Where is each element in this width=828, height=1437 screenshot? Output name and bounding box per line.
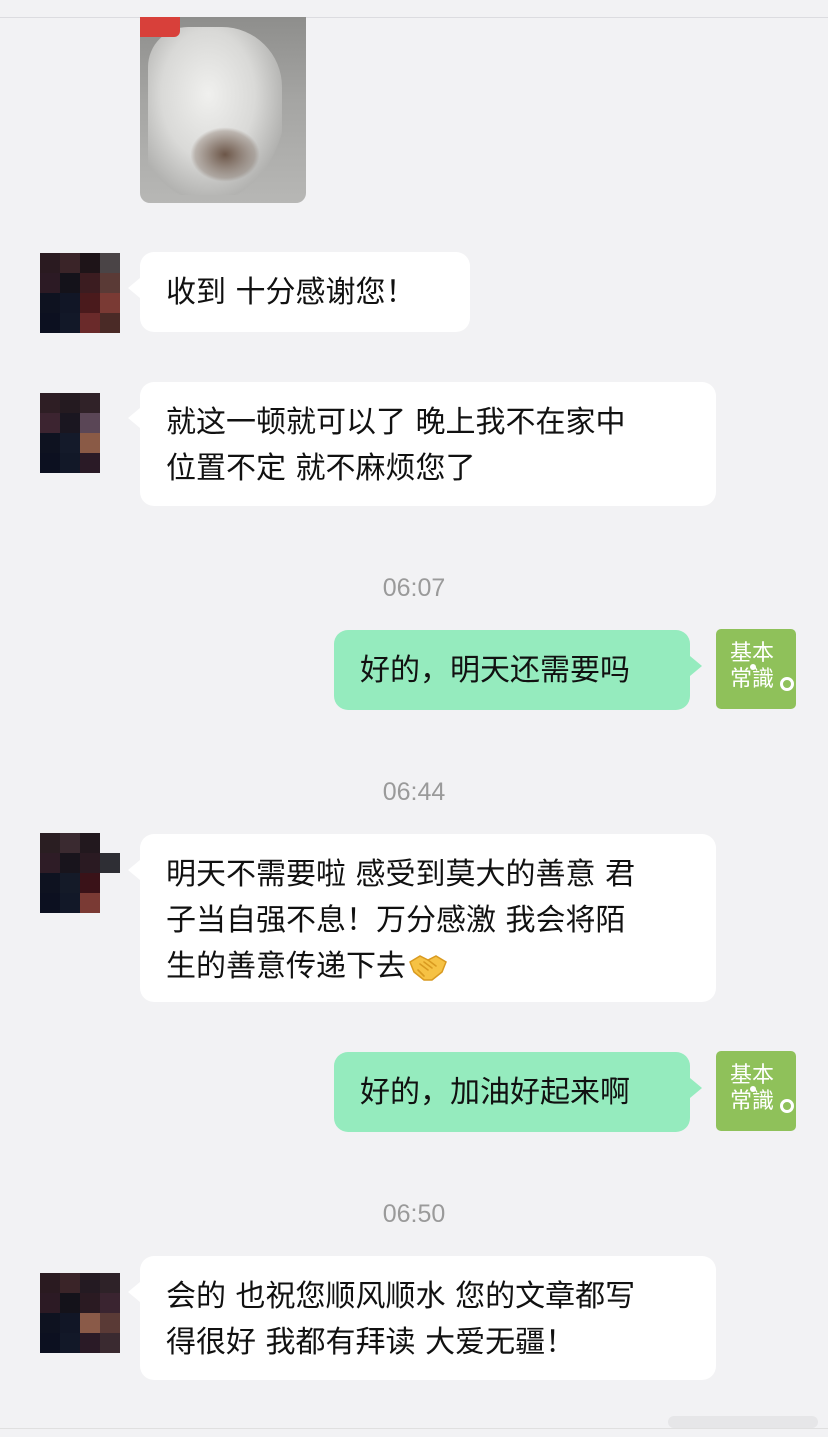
message-text-line: 生的善意传递下去 bbox=[166, 949, 406, 984]
message-text-line: 位置不定 就不麻烦您了 bbox=[166, 451, 476, 486]
seal-ring-icon bbox=[780, 677, 794, 691]
handshake-emoji-icon bbox=[409, 955, 447, 981]
message-text-line: 就这一顿就可以了 晚上我不在家中 bbox=[166, 405, 626, 440]
top-divider bbox=[0, 17, 828, 18]
incoming-message-bubble[interactable]: 会的 也祝您顺风顺水 您的文章都写 得很好 我都有拜读 大爱无疆！ bbox=[128, 1256, 716, 1380]
message-text: 好的，明天还需要吗 bbox=[360, 653, 630, 688]
seal-ring-icon bbox=[780, 1099, 794, 1113]
incoming-message-bubble[interactable]: 明天不需要啦 感受到莫大的善意 君 子当自强不息！万分感激 我会将陌 生的善意传… bbox=[128, 834, 716, 1002]
message-timestamp: 06:44 bbox=[382, 778, 446, 806]
message-text: 好的，加油好起来啊 bbox=[360, 1075, 630, 1110]
my-avatar[interactable]: 基本 常識 bbox=[716, 629, 796, 709]
message-timestamp: 06:07 bbox=[382, 574, 446, 602]
avatar-text-line: 基本 bbox=[730, 641, 775, 666]
message-text-line: 得很好 我都有拜读 大爱无疆！ bbox=[166, 1325, 576, 1360]
my-avatar[interactable]: 基本 常識 bbox=[716, 1051, 796, 1131]
outgoing-message-bubble[interactable]: 好的，加油好起来啊 bbox=[334, 1052, 702, 1132]
message-text-line: 子当自强不息！万分感激 我会将陌 bbox=[166, 903, 626, 938]
contact-avatar[interactable] bbox=[40, 253, 120, 333]
contact-avatar[interactable] bbox=[40, 1273, 120, 1353]
photo-message-thumbnail[interactable] bbox=[140, 17, 306, 203]
contact-avatar[interactable] bbox=[40, 393, 120, 473]
message-text: 收到 十分感谢您！ bbox=[166, 275, 416, 310]
outgoing-message-bubble[interactable]: 好的，明天还需要吗 bbox=[334, 630, 702, 710]
avatar-text-line: 基本 bbox=[730, 1063, 775, 1088]
message-text-line: 明天不需要啦 感受到莫大的善意 君 bbox=[166, 857, 636, 892]
watermark-blur bbox=[668, 1416, 818, 1428]
message-text-line: 会的 也祝您顺风顺水 您的文章都写 bbox=[166, 1279, 636, 1314]
incoming-message-bubble[interactable]: 收到 十分感谢您！ bbox=[128, 252, 470, 332]
message-timestamp: 06:50 bbox=[382, 1200, 446, 1228]
incoming-message-bubble[interactable]: 就这一顿就可以了 晚上我不在家中 位置不定 就不麻烦您了 bbox=[128, 382, 716, 506]
contact-avatar[interactable] bbox=[40, 833, 120, 913]
